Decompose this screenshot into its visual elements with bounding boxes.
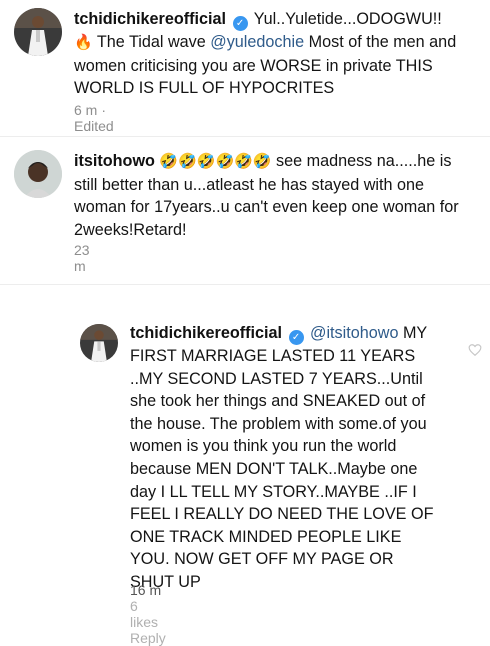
- username[interactable]: tchidichikereofficial: [130, 324, 282, 342]
- comment-meta: 23 m: [74, 242, 112, 274]
- divider: [0, 284, 490, 285]
- avatar[interactable]: [80, 324, 118, 362]
- comment-meta: 6 m · Edited: [74, 102, 136, 134]
- avatar-image: [14, 8, 62, 56]
- mention-link[interactable]: @yuledochie: [210, 33, 304, 51]
- heart-icon[interactable]: [468, 343, 482, 357]
- avatar-image: [80, 324, 118, 362]
- fire-emoji: 🔥: [74, 34, 93, 51]
- avatar[interactable]: [14, 150, 62, 198]
- comment-text: itsitohowo 🤣🤣🤣🤣🤣🤣 see madness na.....he …: [74, 150, 474, 241]
- avatar-image: [14, 150, 62, 198]
- comment-body-line1: Yul..Yuletide...ODOGWU!!: [253, 10, 442, 28]
- divider: [0, 136, 490, 137]
- comment-text: tchidichikereofficial ✓ @itsitohowo MY F…: [130, 322, 440, 594]
- likes-count[interactable]: 6 likes: [130, 598, 158, 630]
- comment-body-b: The Tidal wave: [96, 33, 206, 51]
- avatar[interactable]: [14, 8, 62, 56]
- timestamp: 23 m: [74, 242, 90, 274]
- timestamp: 6 m: [74, 102, 98, 118]
- username[interactable]: itsitohowo: [74, 152, 155, 170]
- comment-text: tchidichikereofficial ✓ Yul..Yuletide...…: [74, 8, 474, 100]
- laughing-emoji: 🤣🤣🤣🤣🤣🤣: [159, 153, 272, 170]
- reply-button[interactable]: Reply: [130, 630, 166, 646]
- username[interactable]: tchidichikereofficial: [74, 10, 226, 28]
- verified-badge-icon: ✓: [232, 16, 248, 31]
- verified-badge-icon: ✓: [288, 330, 304, 345]
- mention-link[interactable]: @itsitohowo: [310, 324, 398, 342]
- comment-meta: 16 m 6 likes Reply: [130, 582, 188, 646]
- timestamp: 16 m: [130, 582, 162, 598]
- comment-body: MY FIRST MARRIAGE LASTED 11 YEARS ..MY S…: [130, 324, 434, 591]
